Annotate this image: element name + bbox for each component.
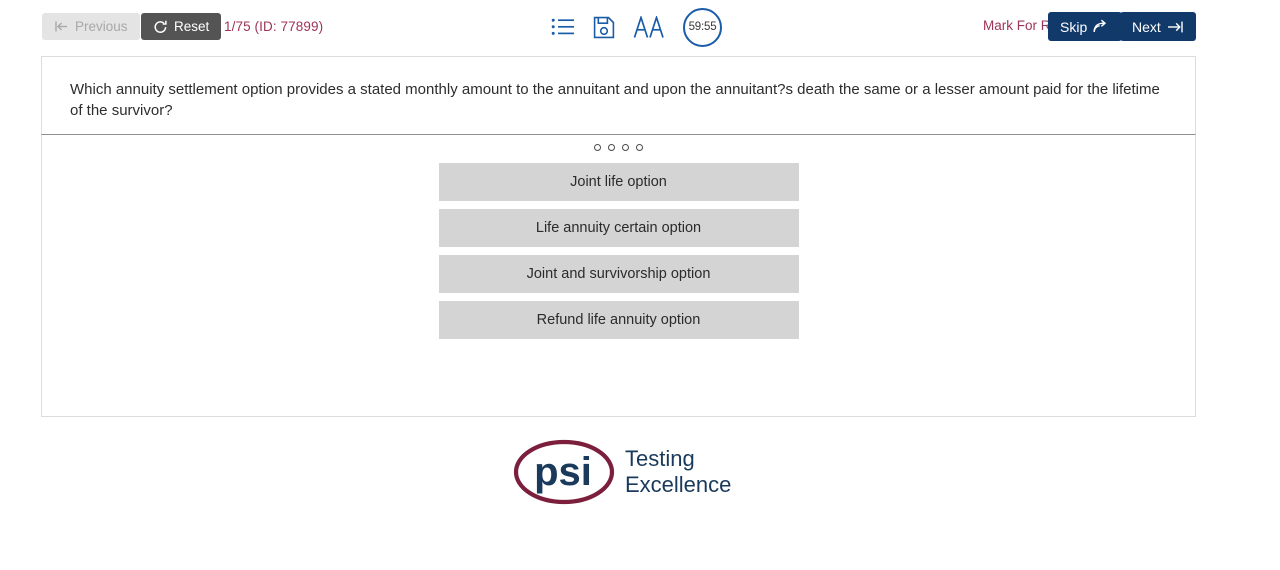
answer-marker[interactable] <box>594 144 601 151</box>
arrow-left-to-bar-icon <box>54 20 69 33</box>
psi-logo-tagline: Testing Excellence <box>625 446 731 498</box>
font-size-AA-icon[interactable] <box>633 15 665 39</box>
answer-option[interactable]: Refund life annuity option <box>438 301 799 339</box>
psi-wordmark: psi <box>534 450 592 494</box>
answer-marker[interactable] <box>636 144 643 151</box>
skip-arrow-icon <box>1093 19 1110 34</box>
top-toolbar: Previous Reset 1/75 (ID: 77899) 59:55 Ma… <box>0 0 1280 52</box>
answer-marker-row <box>42 135 1195 151</box>
list-icon[interactable] <box>551 17 575 37</box>
answers-panel: Joint life option Life annuity certain o… <box>41 134 1196 417</box>
question-text: Which annuity settlement option provides… <box>70 81 1160 119</box>
page-indicator: 1/75 (ID: 77899) <box>224 19 324 34</box>
answer-option[interactable]: Joint and survivorship option <box>438 255 799 293</box>
answer-option-label: Joint and survivorship option <box>526 266 711 282</box>
answer-option[interactable]: Joint life option <box>438 163 799 201</box>
timer-circle-icon[interactable]: 59:55 <box>683 7 722 47</box>
answer-option-label: Refund life annuity option <box>536 312 701 328</box>
save-floppy-icon[interactable] <box>593 16 615 39</box>
next-arrow-icon <box>1167 20 1184 34</box>
previous-button[interactable]: Previous <box>42 13 140 40</box>
previous-button-label: Previous <box>75 19 128 34</box>
refresh-icon <box>153 20 168 34</box>
psi-logo-mark: psi <box>511 436 621 508</box>
next-button-label: Next <box>1132 18 1161 35</box>
answer-option-label: Joint life option <box>570 174 667 190</box>
center-tool-group: 59:55 <box>551 7 722 47</box>
answer-option-label: Life annuity certain option <box>535 220 702 236</box>
answer-marker[interactable] <box>608 144 615 151</box>
timer-value: 59:55 <box>688 21 717 33</box>
logo-tagline-line1: Testing <box>625 446 695 471</box>
skip-button[interactable]: Skip <box>1048 12 1123 41</box>
reset-button-label: Reset <box>174 19 210 34</box>
logo-tagline-line2: Excellence <box>625 472 732 497</box>
psi-logo: psi Testing Excellence <box>511 436 731 508</box>
question-panel: Which annuity settlement option provides… <box>41 56 1196 142</box>
psi-logo-ellipse-icon: psi <box>513 439 615 505</box>
answer-option[interactable]: Life annuity certain option <box>438 209 799 247</box>
next-button[interactable]: Next <box>1120 12 1196 41</box>
answer-option-list: Joint life option Life annuity certain o… <box>42 163 1195 339</box>
answer-marker[interactable] <box>622 144 629 151</box>
skip-button-label: Skip <box>1060 18 1088 35</box>
reset-button[interactable]: Reset <box>141 13 222 40</box>
